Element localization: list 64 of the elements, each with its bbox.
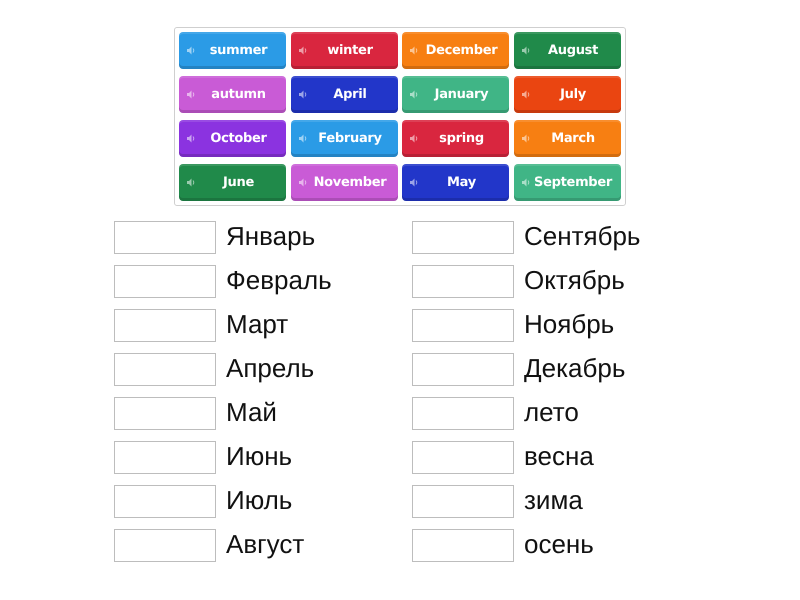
answer-label: Март	[226, 308, 288, 338]
speaker-icon[interactable]	[522, 46, 530, 55]
answer-box[interactable]	[412, 353, 514, 386]
answer-box[interactable]	[412, 485, 514, 518]
answer-box[interactable]	[412, 441, 514, 474]
speaker-icon[interactable]	[187, 46, 195, 55]
speaker-icon[interactable]	[410, 134, 418, 143]
answer-box[interactable]	[114, 441, 216, 474]
answer-box[interactable]	[412, 397, 514, 430]
answer-box[interactable]	[114, 353, 216, 386]
word-tile[interactable]: February	[290, 120, 398, 157]
word-tile[interactable]: August	[514, 32, 620, 69]
answer-box[interactable]	[114, 221, 216, 254]
answer-box[interactable]	[114, 397, 216, 430]
word-tile[interactable]: November	[290, 164, 398, 201]
answer-label: Июнь	[226, 440, 292, 470]
answer-box[interactable]	[114, 529, 216, 562]
speaker-icon[interactable]	[410, 90, 418, 99]
word-tile[interactable]: summer	[179, 32, 286, 69]
answer-label: весна	[524, 440, 594, 470]
answer-label: Май	[226, 396, 277, 426]
answer-label: Октябрь	[524, 264, 625, 294]
answer-label: Август	[226, 528, 304, 558]
answer-label: Июль	[226, 484, 292, 514]
answer-label: Сентябрь	[524, 220, 640, 250]
speaker-icon[interactable]	[187, 134, 195, 143]
word-tile[interactable]: May	[402, 164, 509, 201]
answer-box[interactable]	[412, 529, 514, 562]
speaker-icon[interactable]	[298, 134, 306, 143]
speaker-icon[interactable]	[522, 178, 530, 187]
speaker-icon[interactable]	[298, 90, 306, 99]
answer-label: зима	[524, 484, 583, 514]
answer-box[interactable]	[114, 265, 216, 298]
word-tile[interactable]: July	[514, 76, 620, 113]
speaker-icon[interactable]	[410, 178, 418, 187]
speaker-icon[interactable]	[410, 46, 418, 55]
speaker-icon[interactable]	[187, 90, 195, 99]
answer-box[interactable]	[412, 265, 514, 298]
speaker-icon[interactable]	[298, 46, 306, 55]
word-tile[interactable]: autumn	[179, 76, 286, 113]
answer-label: Апрель	[226, 352, 314, 382]
answer-label: Январь	[226, 220, 316, 250]
speaker-icon[interactable]	[522, 134, 530, 143]
word-tile[interactable]: January	[402, 76, 509, 113]
answer-label: Февраль	[226, 264, 332, 294]
answer-label: лето	[524, 396, 579, 426]
answer-box[interactable]	[114, 485, 216, 518]
word-tile[interactable]: spring	[402, 120, 509, 157]
speaker-icon[interactable]	[187, 178, 195, 187]
answer-box[interactable]	[412, 221, 514, 254]
answer-label: Декабрь	[524, 352, 626, 382]
word-tile[interactable]: June	[179, 164, 286, 201]
word-tile[interactable]: October	[179, 120, 286, 157]
word-tile[interactable]: December	[402, 32, 509, 69]
answer-box[interactable]	[412, 309, 514, 342]
speaker-icon[interactable]	[522, 90, 530, 99]
word-tile[interactable]: April	[290, 76, 398, 113]
word-tile[interactable]: winter	[290, 32, 398, 69]
word-tile[interactable]: September	[514, 164, 620, 201]
answer-box[interactable]	[114, 309, 216, 342]
word-tile[interactable]: March	[514, 120, 620, 157]
answer-label: осень	[524, 528, 594, 558]
speaker-icon[interactable]	[298, 178, 306, 187]
answer-label: Ноябрь	[524, 308, 614, 338]
